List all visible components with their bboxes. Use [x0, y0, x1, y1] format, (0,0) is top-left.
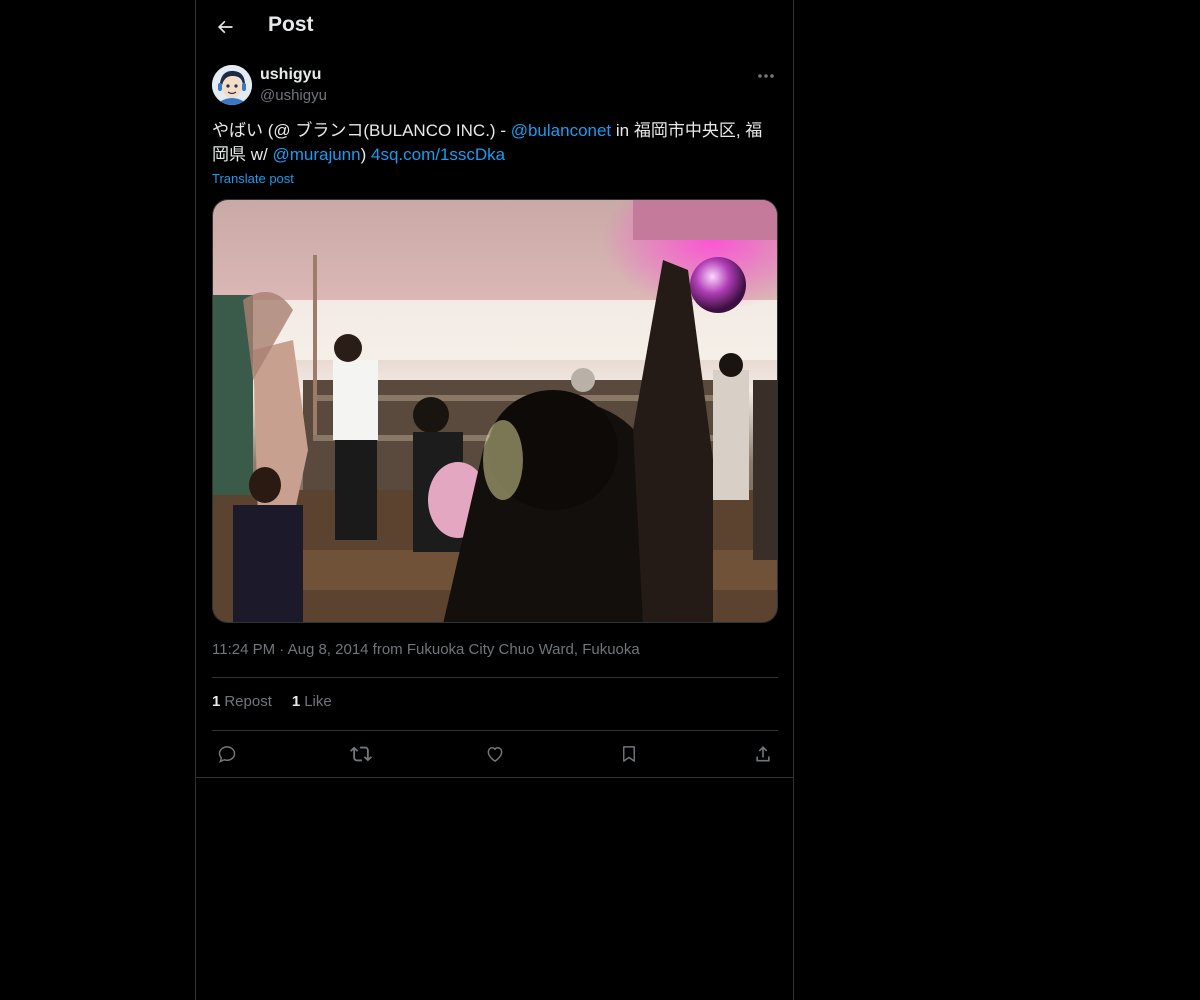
translate-post-link[interactable]: Translate post [212, 171, 294, 186]
page-title: Post [268, 13, 314, 36]
meta-separator: · [279, 641, 285, 658]
share-icon [756, 746, 770, 762]
arrow-left-icon [218, 20, 233, 34]
bookmark-button[interactable] [615, 740, 643, 768]
divider [212, 677, 778, 678]
likes-count: 1 [291, 693, 301, 710]
repost-icon [350, 746, 372, 762]
post-column: Post ushigyu @ushigyu やばい (@ ブランコ(BULANC… [195, 0, 794, 1000]
reposts-label: Repost [224, 693, 272, 710]
like-button[interactable] [481, 740, 509, 768]
more-horizontal-icon [758, 74, 774, 78]
more-button[interactable] [754, 66, 778, 86]
post-text: やばい (@ ブランコ(BULANCO INC.) - @bulanconet … [212, 119, 778, 167]
post-actions [212, 740, 778, 768]
repost-button[interactable] [347, 740, 375, 768]
likes-stat[interactable]: 1 Like [292, 693, 332, 710]
author-handle[interactable]: @ushigyu [260, 87, 327, 104]
url-link[interactable]: 4sq.com/1sscDka [371, 145, 505, 164]
bookmark-icon [623, 746, 635, 762]
post-meta: 11:24 PM · Aug 8, 2014 from Fukuoka City… [212, 641, 640, 658]
reposts-count: 1 [212, 693, 221, 710]
mention-link[interactable]: @murajunn [272, 145, 360, 164]
reply-button[interactable] [213, 740, 241, 768]
back-button[interactable] [212, 14, 238, 40]
post-date-location: Aug 8, 2014 from Fukuoka City Chuo Ward,… [287, 641, 640, 658]
avatar-image [212, 65, 252, 105]
post-photo[interactable] [212, 199, 778, 623]
share-button[interactable] [749, 740, 777, 768]
mention-link[interactable]: @bulanconet [511, 121, 611, 140]
party-photo [213, 200, 777, 622]
divider [212, 730, 778, 731]
likes-label: Like [304, 693, 332, 710]
author-name[interactable]: ushigyu [260, 66, 321, 84]
like-icon [487, 747, 503, 762]
post-header: Post [196, 0, 793, 54]
post-text-segment: ) [360, 145, 371, 164]
reply-icon [218, 746, 236, 763]
post-timestamp-link[interactable]: 11:24 PM [212, 641, 275, 658]
post-bottom-border [196, 777, 793, 778]
reposts-stat[interactable]: 1 Repost [212, 693, 272, 710]
avatar[interactable] [212, 65, 252, 105]
post-author: ushigyu @ushigyu [212, 64, 778, 108]
post-stats: 1 Repost 1 Like [212, 693, 332, 710]
post-text-segment: やばい (@ ブランコ(BULANCO INC.) - [212, 121, 511, 140]
